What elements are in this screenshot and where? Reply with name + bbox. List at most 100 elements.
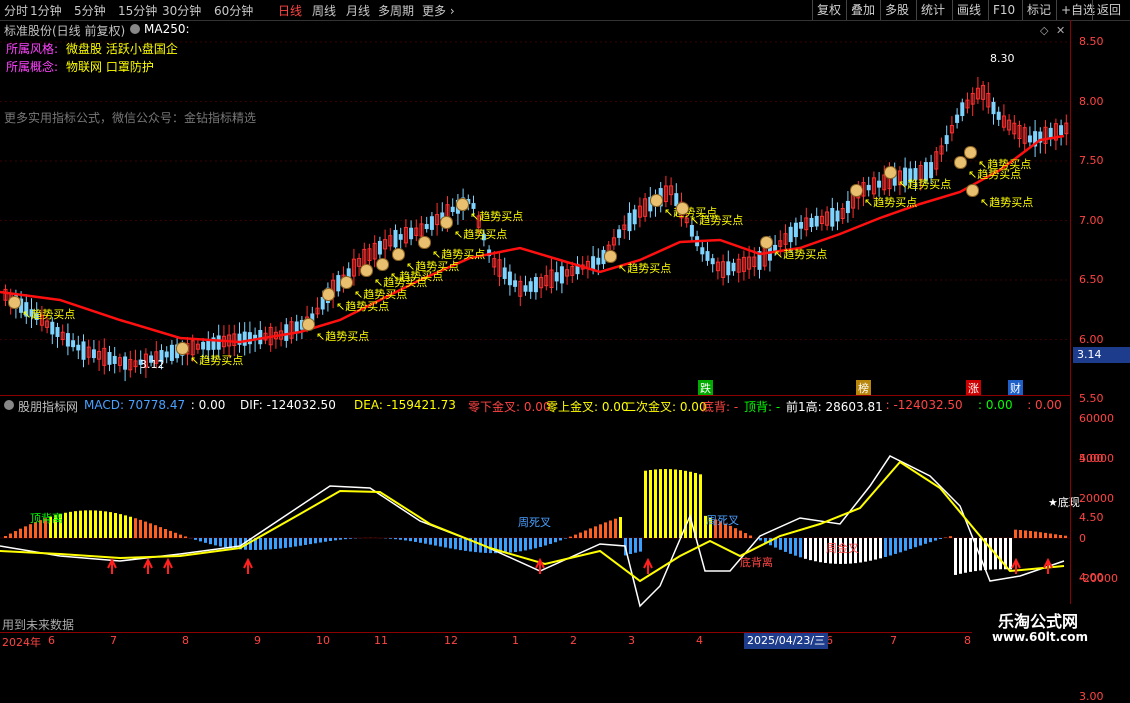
macd-bar: [489, 538, 492, 553]
candle-body: [867, 185, 870, 189]
toolbar-button-0[interactable]: 复权: [812, 0, 845, 20]
macd-bar: [604, 522, 607, 538]
macd-bar: [914, 538, 917, 547]
macd-bar: [84, 510, 87, 538]
month-label: 12: [444, 634, 458, 647]
event-badge[interactable]: 跌: [698, 380, 713, 396]
candle-body: [508, 272, 511, 285]
candle-body: [92, 350, 95, 358]
candle-body: [1060, 126, 1063, 135]
candle-body: [732, 263, 735, 270]
indicator-name: 股朋指标网: [18, 398, 78, 415]
macd-bar: [524, 538, 527, 550]
macd-bar: [159, 527, 162, 538]
top-divergence-label: 顶背离: [30, 510, 63, 526]
macd-bar: [184, 536, 187, 538]
toolbar-button-5[interactable]: F10: [988, 0, 1019, 20]
candle-body: [534, 278, 537, 292]
up-arrow-icon: [144, 560, 152, 574]
macd-value-11: : 0.00: [978, 398, 1013, 412]
month-label: 11: [374, 634, 388, 647]
period-tab-9[interactable]: 多周期: [378, 2, 414, 19]
macd-bar: [389, 538, 392, 539]
macd-bar: [24, 526, 27, 538]
event-badge[interactable]: 涨: [966, 380, 981, 396]
event-badge[interactable]: 财: [1008, 380, 1023, 396]
macd-bar: [194, 538, 197, 540]
toolbar-button-3[interactable]: 统计: [916, 0, 949, 20]
toolbar-button-2[interactable]: 多股: [880, 0, 913, 20]
macd-indicator-panel[interactable]: 股朋指标网 MACD: 70778.47: 0.00DIF: -124032.5…: [0, 396, 1070, 632]
candle-body: [524, 286, 527, 291]
month-label: 7: [890, 634, 897, 647]
macd-bar: [174, 533, 177, 538]
buy-coin-icon: [964, 146, 977, 159]
macd-bar: [209, 538, 212, 544]
period-tab-4[interactable]: 30分钟: [162, 2, 201, 19]
macd-bar: [124, 515, 127, 538]
period-tab-3[interactable]: 15分钟: [118, 2, 157, 19]
price-tick: 6.50: [1079, 273, 1104, 286]
toolbar-button-8[interactable]: 返回: [1092, 0, 1125, 20]
candle-body: [789, 227, 792, 241]
macd-tick: 20000: [1079, 492, 1114, 505]
macd-bar: [299, 538, 302, 546]
macd-value-9: 前1高: 28603.81: [786, 398, 883, 415]
macd-bar: [669, 469, 672, 538]
trend-buy-signal: ↖趋势买点: [316, 328, 369, 344]
toolbar-button-6[interactable]: 标记: [1022, 0, 1055, 20]
macd-bar: [329, 538, 332, 541]
chevron-down-icon[interactable]: [4, 400, 14, 410]
macd-bar: [154, 525, 157, 538]
trend-buy-signal: ↖趋势买点: [968, 166, 1021, 182]
macd-bar: [799, 538, 802, 557]
site-name: 乐淘公式网: [998, 608, 1078, 632]
period-tab-10[interactable]: 更多 ›: [422, 2, 455, 19]
macd-bar: [749, 536, 752, 538]
candle-body: [243, 332, 246, 345]
price-tick: 8.50: [1079, 35, 1104, 48]
toolbar-button-1[interactable]: 叠加: [846, 0, 879, 20]
candle-body: [992, 102, 995, 113]
period-tab-0[interactable]: 分时: [4, 2, 28, 19]
month-label: 1: [512, 634, 519, 647]
macd-bar: [99, 511, 102, 538]
candle-body: [597, 258, 600, 264]
trend-buy-signal: ↖趋势买点: [22, 306, 75, 322]
up-arrow-icon: [164, 560, 172, 574]
candle-body: [285, 325, 288, 341]
macd-bar: [514, 538, 517, 552]
macd-bar: [1024, 530, 1027, 538]
candle-body: [560, 267, 563, 283]
macd-value-0: MACD: 70778.47: [84, 398, 185, 412]
macd-bar: [279, 538, 282, 548]
candle-body: [701, 248, 704, 254]
macd-bar: [989, 538, 992, 570]
candle-body: [451, 207, 454, 211]
trend-buy-signal: ↖趋势买点: [774, 246, 827, 262]
macd-bar: [264, 538, 267, 550]
macd-bar: [1029, 531, 1032, 538]
macd-value-8: 顶背: -: [744, 398, 780, 415]
toolbar-button-4[interactable]: 画线: [952, 0, 985, 20]
candle-body: [113, 356, 116, 363]
period-tab-1[interactable]: 1分钟: [30, 2, 62, 19]
macd-bar: [954, 538, 957, 575]
period-tab-6[interactable]: 日线: [278, 2, 302, 19]
macd-bar: [459, 538, 462, 550]
price-chart-panel[interactable]: 标准股份(日线 前复权) MA250: 所属风格: 微盘股 活跃小盘国企 所属概…: [0, 20, 1070, 395]
macd-bar: [924, 538, 927, 544]
period-tab-5[interactable]: 60分钟: [214, 2, 253, 19]
macd-bar: [334, 538, 337, 540]
period-tab-7[interactable]: 周线: [312, 2, 336, 19]
period-tab-8[interactable]: 月线: [346, 2, 370, 19]
event-badge[interactable]: 榜: [856, 380, 871, 396]
buy-coin-icon: [604, 250, 617, 263]
macd-tick: 40000: [1079, 452, 1114, 465]
macd-bar: [19, 529, 22, 538]
year-label: 2024年: [2, 634, 41, 650]
month-label: 6: [48, 634, 55, 647]
candle-body: [997, 112, 1000, 119]
up-arrow-icon: [108, 560, 116, 574]
period-tab-2[interactable]: 5分钟: [74, 2, 106, 19]
